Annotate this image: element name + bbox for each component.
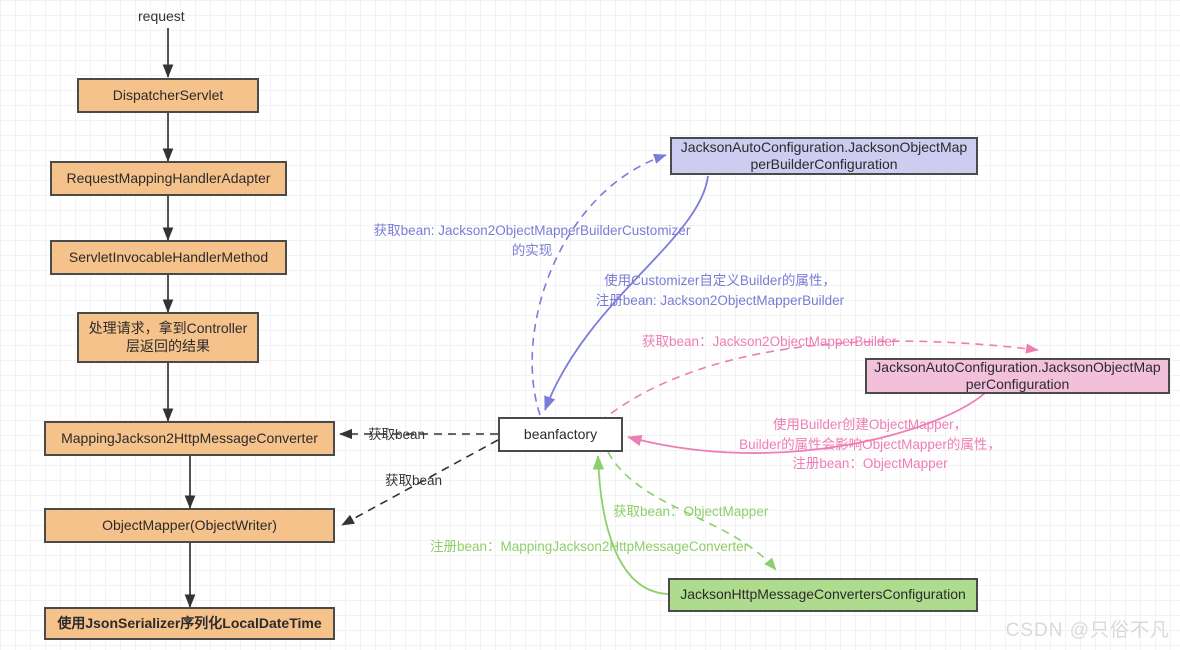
node-label: MappingJackson2HttpMessageConverter <box>61 429 318 446</box>
watermark: CSDN @只俗不凡 <box>1005 620 1170 641</box>
edge-httpconverters-to-beanfactory <box>592 455 669 595</box>
node-servlet-invocable-handler-method[interactable]: ServletInvocableHandlerMethod <box>50 240 287 275</box>
node-label: DispatcherServlet <box>112 86 224 103</box>
edge-label-get-builder: 获取bean：Jackson2ObjectMapperBuilder <box>642 334 897 349</box>
request-label: request <box>138 8 185 24</box>
node-label: 处理请求，拿到Controller 层返回的结果 <box>88 320 248 354</box>
node-mapping-jackson2-http-message-converter[interactable]: MappingJackson2HttpMessageConverter <box>44 421 335 456</box>
node-json-serializer[interactable]: 使用JsonSerializer序列化LocalDateTime <box>44 607 335 640</box>
node-object-mapper[interactable]: ObjectMapper(ObjectWriter) <box>44 508 335 543</box>
node-label: ObjectMapper(ObjectWriter) <box>102 516 277 533</box>
edge-label-get-bean-converter: 获取bean <box>368 427 426 442</box>
node-jackson-http-message-converters-configuration[interactable]: JacksonHttpMessageConvertersConfiguratio… <box>668 578 978 612</box>
edge-label-get-bean-objectmapper: 获取bean <box>385 473 443 488</box>
edge-label-get-customizer: 获取bean: Jackson2ObjectMapperBuilderCusto… <box>373 223 691 258</box>
node-label: ServletInvocableHandlerMethod <box>68 248 269 265</box>
edge-label-register-converter: 注册bean：MappingJackson2HttpMessageConvert… <box>430 539 749 554</box>
node-jackson-object-mapper-configuration[interactable]: JacksonAutoConfiguration.JacksonObjectMa… <box>865 358 1170 394</box>
node-process-request[interactable]: 处理请求，拿到Controller 层返回的结果 <box>77 312 259 363</box>
diagram-canvas: request DispatcherServlet RequestMapping… <box>0 0 1180 650</box>
node-label: beanfactory <box>523 425 598 442</box>
node-label: RequestMappingHandlerAdapter <box>66 169 271 186</box>
node-label: JacksonAutoConfiguration.JacksonObjectMa… <box>680 138 968 173</box>
node-jackson-object-mapper-builder-configuration[interactable]: JacksonAutoConfiguration.JacksonObjectMa… <box>670 137 978 175</box>
edge-label-use-customizer: 使用Customizer自定义Builder的属性， 注册bean: Jacks… <box>595 273 845 308</box>
node-label: JacksonAutoConfiguration.JacksonObjectMa… <box>874 358 1161 393</box>
node-dispatcher-servlet[interactable]: DispatcherServlet <box>77 78 259 113</box>
edge-label-use-builder: 使用Builder创建ObjectMapper， Builder的属性会影响Ob… <box>739 417 1001 472</box>
node-beanfactory[interactable]: beanfactory <box>498 417 623 452</box>
edge-label-get-objectmapper: 获取bean：ObjectMapper <box>613 504 769 519</box>
node-label: 使用JsonSerializer序列化LocalDateTime <box>57 614 322 631</box>
node-label: JacksonHttpMessageConvertersConfiguratio… <box>680 586 966 603</box>
node-request-mapping-handler-adapter[interactable]: RequestMappingHandlerAdapter <box>50 161 287 196</box>
